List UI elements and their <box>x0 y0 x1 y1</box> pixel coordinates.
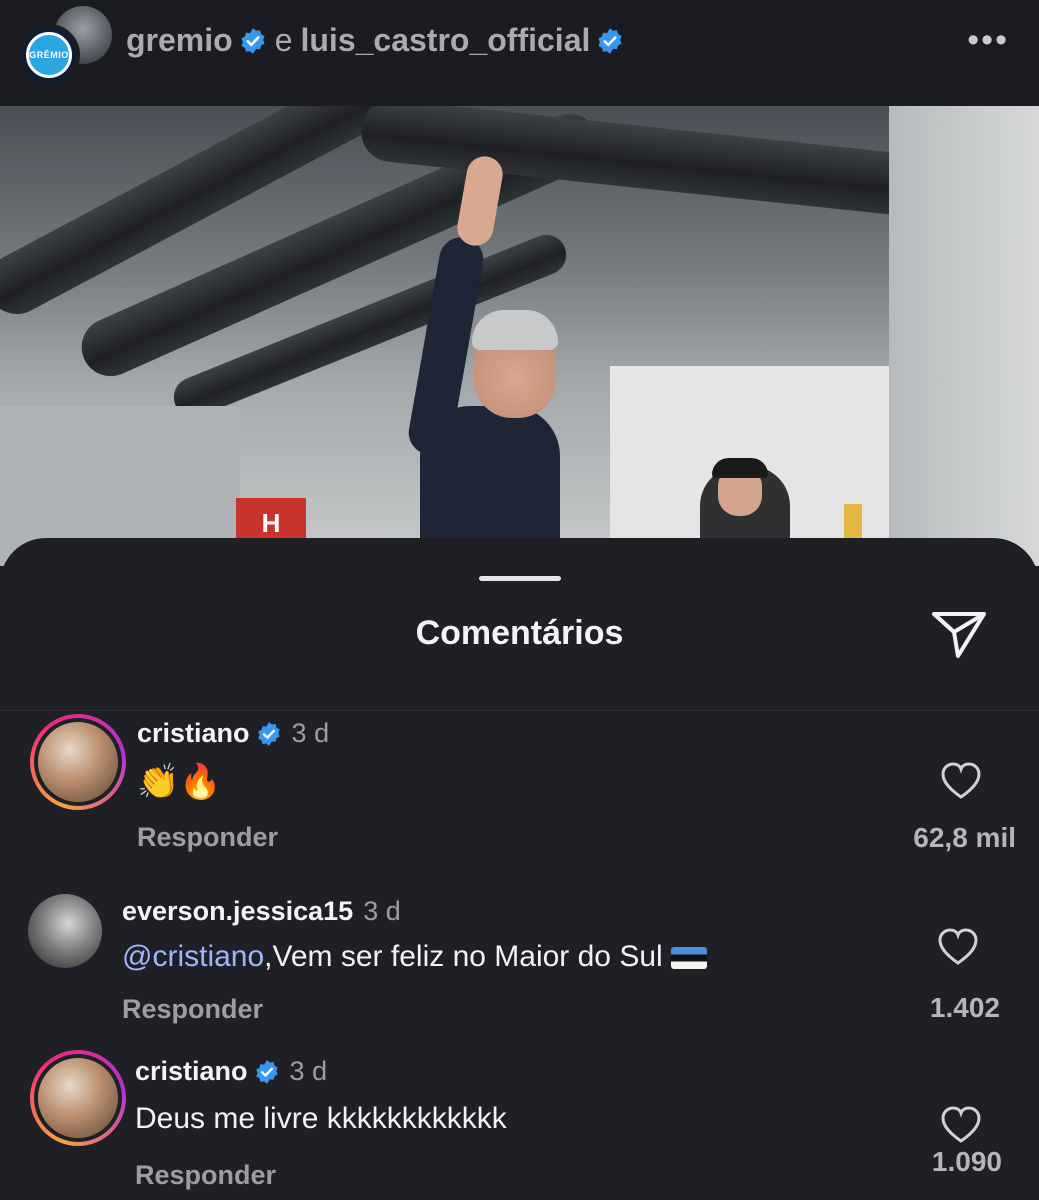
verified-badge-icon <box>255 1059 278 1084</box>
sheet-title: Comentários <box>415 614 624 652</box>
commenter-avatar[interactable] <box>30 1050 126 1146</box>
comment-text: Deus me livre kkkkkkkkkkkk <box>135 1102 507 1135</box>
post-comments-screen: GRÊMIO gremio e luis_castro_official •••… <box>0 0 1039 1200</box>
like-count: 1.090 <box>931 1146 1002 1177</box>
comment-username[interactable]: cristiano <box>137 718 250 749</box>
reply-button[interactable]: Responder <box>135 1160 276 1191</box>
coach-hair <box>472 310 558 350</box>
heart-icon[interactable] <box>940 1106 982 1144</box>
guard-cap <box>712 458 768 478</box>
commenter-avatar[interactable] <box>30 714 126 810</box>
estonia-flag-icon <box>670 947 707 970</box>
comment-time: 3 d <box>291 718 330 748</box>
more-horizontal-icon[interactable]: ••• <box>967 23 1009 57</box>
author-gremio[interactable]: gremio <box>126 22 233 59</box>
gremio-avatar[interactable]: GRÊMIO <box>18 24 80 86</box>
divider <box>0 710 1039 711</box>
reply-button[interactable]: Responder <box>122 994 263 1025</box>
comment-item: cristiano 3 d 👏🔥 Responder 62,8 mil <box>0 714 1039 874</box>
comment-mention[interactable]: @cristiano <box>122 940 264 973</box>
collab-avatars[interactable]: GRÊMIO <box>18 6 112 86</box>
post-header: GRÊMIO gremio e luis_castro_official ••• <box>0 0 1039 106</box>
avatar-photo <box>28 894 102 968</box>
post-authors: gremio e luis_castro_official <box>126 22 624 59</box>
warning-sign <box>844 504 862 538</box>
comment-username[interactable]: cristiano <box>135 1056 248 1087</box>
comment-username[interactable]: everson.jessica15 <box>122 896 353 927</box>
comment-body: ,Vem ser feliz no Maior do Sul <box>264 940 663 973</box>
comment-item: cristiano 3 d Deus me livre kkkkkkkkkkkk… <box>0 1050 1039 1200</box>
comment-text: 👏🔥 <box>137 762 222 802</box>
send-icon[interactable] <box>928 604 990 662</box>
authors-conjunction: e <box>274 22 293 58</box>
comment-header: everson.jessica15 3 d <box>122 896 401 927</box>
comment-time: 3 d <box>289 1056 328 1086</box>
comments-sheet: Comentários cristiano 3 d 👏🔥 Responder 6… <box>0 538 1039 1200</box>
commenter-avatar[interactable] <box>28 894 102 968</box>
reply-button[interactable]: Responder <box>137 822 278 853</box>
background-wall <box>889 106 1039 566</box>
heart-icon[interactable] <box>937 928 979 966</box>
sheet-drag-handle[interactable] <box>479 576 561 581</box>
heart-icon[interactable] <box>940 762 982 800</box>
comment-text: @cristiano,Vem ser feliz no Maior do Sul <box>122 940 707 974</box>
comment-header: cristiano 3 d <box>137 718 329 749</box>
post-photo[interactable]: H <box>0 106 1039 566</box>
verified-badge-icon <box>598 27 622 54</box>
gremio-logo: GRÊMIO <box>26 32 72 78</box>
comment-item: everson.jessica15 3 d @cristiano,Vem ser… <box>0 890 1039 1050</box>
verified-badge-icon <box>257 721 280 746</box>
comment-emoji-text: 👏🔥 <box>137 763 222 801</box>
verified-badge-icon <box>241 27 265 54</box>
avatar-photo <box>34 718 122 806</box>
comment-header: cristiano 3 d <box>135 1056 327 1087</box>
author-luis-castro[interactable]: luis_castro_official <box>300 22 590 59</box>
like-count: 1.402 <box>929 992 1000 1023</box>
comment-time: 3 d <box>363 896 401 926</box>
avatar-photo <box>34 1054 122 1142</box>
like-count: 62,8 mil <box>913 822 1016 853</box>
